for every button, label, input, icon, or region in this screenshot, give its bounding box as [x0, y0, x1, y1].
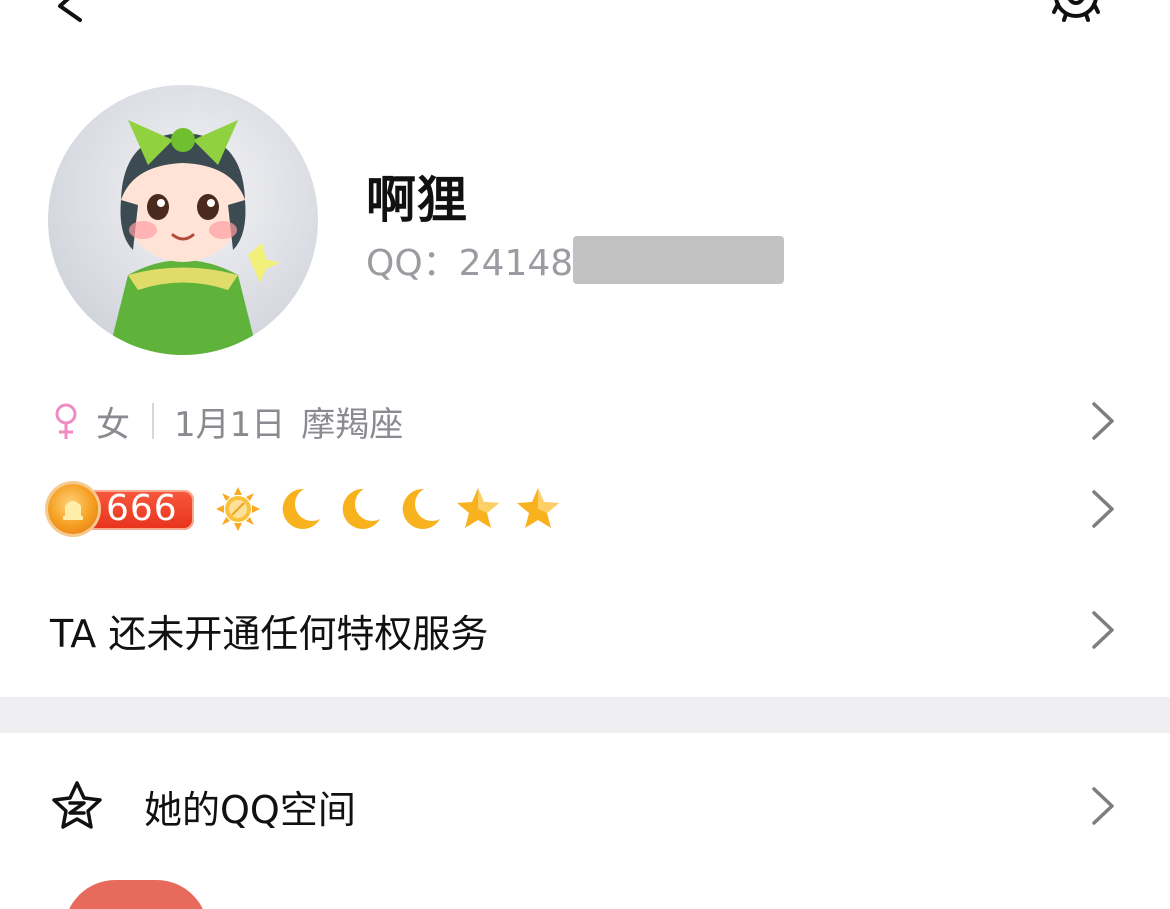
level-icons: [214, 485, 574, 533]
star-icon: [517, 488, 559, 528]
level-value: 666: [106, 488, 178, 529]
qq-number-redaction: [573, 236, 785, 284]
qzone-star-icon: [52, 781, 102, 829]
qzone-row[interactable]: 她的QQ空间: [50, 776, 1120, 836]
chevron-right-icon: [1092, 490, 1114, 528]
privilege-row[interactable]: TA 还未开通任何特权服务: [50, 600, 1120, 660]
nickname: 啊狸: [366, 171, 468, 229]
back-arrow-icon: [58, 0, 82, 22]
gear-icon: [1052, 0, 1100, 22]
info-divider: [152, 403, 154, 439]
avatar-image: [108, 120, 280, 355]
gender-text: 女: [96, 404, 130, 445]
birthday-text: 1月1日: [174, 404, 286, 445]
back-button[interactable]: [50, 0, 100, 24]
level-badge: 666: [48, 484, 194, 534]
avatar[interactable]: [48, 85, 318, 355]
privilege-text: TA 还未开通任何特权服务: [50, 611, 489, 656]
settings-button[interactable]: [1048, 0, 1104, 22]
level-row[interactable]: 666: [48, 480, 1120, 538]
qzone-label: 她的QQ空间: [144, 787, 356, 832]
moon-icon: [282, 488, 320, 529]
qq-number-row: QQ：24148: [366, 236, 785, 284]
level-crown-icon: [48, 484, 98, 534]
moon-icon: [402, 488, 440, 529]
qzone-preview-thumbnail[interactable]: [64, 880, 208, 909]
moon-icon: [342, 488, 380, 529]
section-separator: [0, 697, 1170, 733]
qq-number-label: QQ：24148: [366, 243, 574, 284]
chevron-right-icon: [1092, 611, 1114, 649]
female-icon: [55, 403, 77, 439]
basic-info-row[interactable]: 女 1月1日 摩羯座: [50, 392, 1120, 450]
sun-icon: [216, 487, 260, 531]
chevron-right-icon: [1092, 787, 1114, 825]
profile-page: 啊狸 QQ：24148 女 1月1日 摩羯座 666 TA 还未开通任何特权服务…: [0, 0, 1170, 909]
zodiac-text: 摩羯座: [301, 404, 404, 445]
star-icon: [457, 488, 499, 528]
chevron-right-icon: [1092, 402, 1114, 440]
